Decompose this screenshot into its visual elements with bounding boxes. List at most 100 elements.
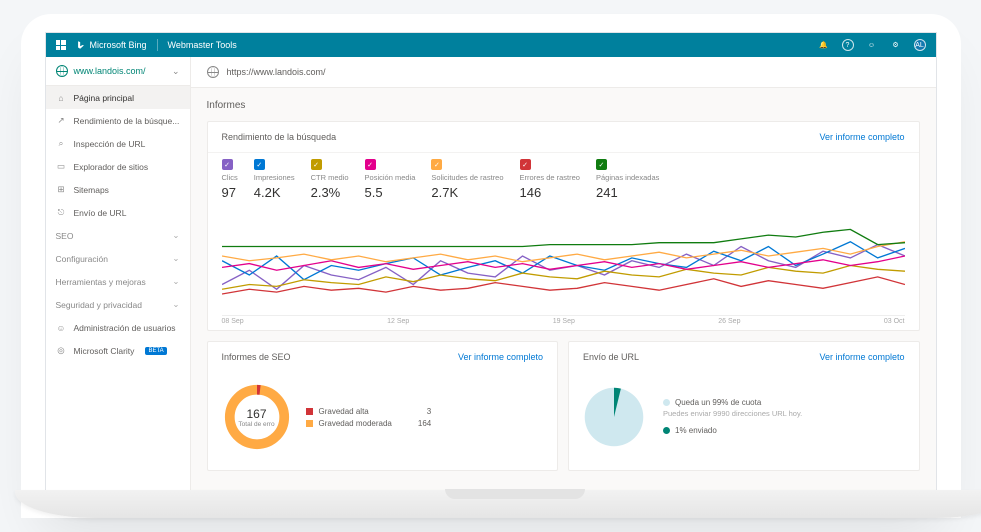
legend-label: Gravedad moderada [319, 419, 392, 428]
top-bar: Microsoft Bing Webmaster Tools 🔔 ? ☺ ⚙ A… [46, 33, 936, 57]
nav-sitemaps[interactable]: ⊞ Sitemaps [46, 178, 190, 201]
nav-urlsub-label: Envío de URL [74, 208, 127, 218]
perf-card-title: Rendimiento de la búsqueda [222, 132, 337, 142]
app-screen: Microsoft Bing Webmaster Tools 🔔 ? ☺ ⚙ A… [45, 32, 937, 492]
site-url: www.landois.com/ [74, 66, 146, 76]
seo-card-title: Informes de SEO [222, 352, 291, 362]
nav-site-explorer[interactable]: ▭ Explorador de sitios [46, 155, 190, 178]
metric-checkbox[interactable]: ✓ [596, 159, 607, 170]
link-icon: ⎋ [56, 207, 67, 218]
seo-card: Informes de SEO Ver informe completo 167… [207, 341, 559, 471]
metric-value: 97 [222, 185, 238, 200]
avatar[interactable]: AL [914, 39, 926, 51]
x-tick: 12 Sep [387, 318, 409, 325]
nav-home[interactable]: ⌂ Página principal [46, 86, 190, 109]
nav-users-label: Administración de usuarios [74, 323, 176, 333]
metric-errores-de-rastreo[interactable]: ✓ Errores de rastreo 146 [520, 159, 580, 200]
legend-label: Gravedad alta [319, 407, 369, 416]
legend-item: Gravedad moderada 164 [306, 419, 432, 428]
laptop-base [15, 490, 981, 518]
metric-páginas-indexadas[interactable]: ✓ Páginas indexadas 241 [596, 159, 659, 200]
quota-text: Queda un 99% de cuota [675, 398, 761, 407]
metric-impresiones[interactable]: ✓ Impresiones 4.2K [254, 159, 295, 200]
nav-config-group[interactable]: Configuración ⌄ [46, 247, 190, 270]
metric-value: 241 [596, 185, 659, 200]
metric-label: Páginas indexadas [596, 173, 659, 182]
x-tick: 26 Sep [718, 318, 740, 325]
brand-logo: Microsoft Bing [76, 40, 147, 50]
metric-checkbox[interactable]: ✓ [222, 159, 233, 170]
sitemap-icon: ⊞ [56, 184, 67, 195]
chevron-down-icon: ⌄ [172, 253, 179, 264]
sent-dot [663, 427, 670, 434]
nav-seo-group[interactable]: SEO⌄ [46, 224, 190, 247]
nav-url-inspection[interactable]: ⌕Inspección de URL [46, 132, 190, 155]
chevron-down-icon: ⌄ [172, 66, 180, 77]
seo-total: 167 [246, 407, 266, 421]
legend-item: Gravedad alta3 [306, 407, 432, 416]
metrics-row: ✓Clics97✓Impresiones4.2K✓CTR medio2.3%✓P… [208, 152, 919, 210]
metric-value: 4.2K [254, 185, 295, 200]
notification-icon[interactable]: 🔔 [818, 39, 830, 51]
nav-config-label: Configuración [56, 254, 108, 264]
metric-ctr-medio[interactable]: ✓CTR medio2.3% [311, 159, 349, 200]
metric-label: Clics [222, 173, 238, 182]
metric-label: Errores de rastreo [520, 173, 580, 182]
metric-posición-media[interactable]: ✓ Posición media 5.5 [365, 159, 416, 200]
nav-tools-group[interactable]: Herramientas y mejoras⌄ [46, 270, 190, 293]
seo-full-report-link[interactable]: Ver informe completo [458, 352, 543, 362]
metric-value: 146 [520, 185, 580, 200]
metric-label: CTR medio [311, 173, 349, 182]
metric-checkbox[interactable]: ✓ [520, 159, 531, 170]
nav-perf-label: Rendimiento de la búsque... [74, 116, 180, 126]
metric-label: Impresiones [254, 173, 295, 182]
help-icon[interactable]: ? [842, 39, 854, 51]
topbar-actions: 🔔 ? ☺ ⚙ AL [818, 39, 926, 51]
folder-icon: ▭ [56, 161, 67, 172]
quota-pie-chart [583, 386, 645, 448]
metric-checkbox[interactable]: ✓ [365, 159, 376, 170]
nav-clarity[interactable]: ◎Microsoft ClarityBETA [46, 339, 190, 362]
metric-value: 5.5 [365, 185, 416, 200]
legend-swatch [306, 408, 313, 415]
app-launcher-icon[interactable] [56, 40, 66, 50]
metric-checkbox[interactable]: ✓ [254, 159, 265, 170]
url-full-report-link[interactable]: Ver informe completo [819, 352, 904, 362]
nav-user-admin[interactable]: ☺ Administración de usuarios [46, 316, 190, 339]
nav-home-label: Página principal [74, 93, 134, 103]
feedback-icon[interactable]: ☺ [866, 39, 878, 51]
laptop-frame: Microsoft Bing Webmaster Tools 🔔 ? ☺ ⚙ A… [21, 14, 961, 518]
legend-value: 164 [398, 419, 431, 428]
beta-badge: BETA [145, 347, 166, 355]
sent-text: 1% enviado [675, 426, 717, 435]
site-selector[interactable]: www.landois.com/ ⌄ [46, 57, 190, 86]
x-tick: 19 Sep [553, 318, 575, 325]
nav-siteexp-label: Explorador de sitios [74, 162, 149, 172]
nav-url-submission[interactable]: ⎋ Envío de URL [46, 201, 190, 224]
nav-security-label: Seguridad y privacidad [56, 300, 142, 310]
metric-label: Posición media [365, 173, 416, 182]
seo-legend: Gravedad alta3 Gravedad moderada 164 [306, 404, 432, 431]
separator [157, 39, 158, 51]
main-content: https://www.landois.com/ Informes Rendim… [191, 57, 936, 491]
home-icon: ⌂ [56, 92, 67, 103]
nav-security-group[interactable]: Seguridad y privacidad⌄ [46, 293, 190, 316]
metric-clics[interactable]: ✓ Clics 97 [222, 159, 238, 200]
metric-checkbox[interactable]: ✓ [311, 159, 322, 170]
quota-dot [663, 399, 670, 406]
sidebar: www.landois.com/ ⌄ ⌂ Página principal ↗Re… [46, 57, 191, 491]
nav-list: ⌂ Página principal ↗Rendimiento de la bús… [46, 86, 190, 362]
perf-full-report-link[interactable]: Ver informe completo [819, 132, 904, 142]
users-icon: ☺ [56, 322, 67, 333]
seo-total-label: Total de erro [238, 421, 274, 428]
x-axis: 08 Sep12 Sep19 Sep26 Sep03 Oct [222, 315, 905, 327]
metric-checkbox[interactable]: ✓ [431, 159, 442, 170]
metric-solicitudes-de-rastreo[interactable]: ✓Solicitudes de rastreo2.7K [431, 159, 503, 200]
seo-donut-chart: 167 Total de erro [222, 382, 292, 452]
settings-icon[interactable]: ⚙ [890, 39, 902, 51]
nav-performance[interactable]: ↗Rendimiento de la búsque... [46, 109, 190, 132]
chevron-down-icon: ⌄ [172, 230, 179, 241]
x-tick: 03 Oct [884, 318, 905, 325]
nav-sitemaps-label: Sitemaps [74, 185, 109, 195]
nav-clarity-label: Microsoft Clarity [74, 346, 135, 356]
